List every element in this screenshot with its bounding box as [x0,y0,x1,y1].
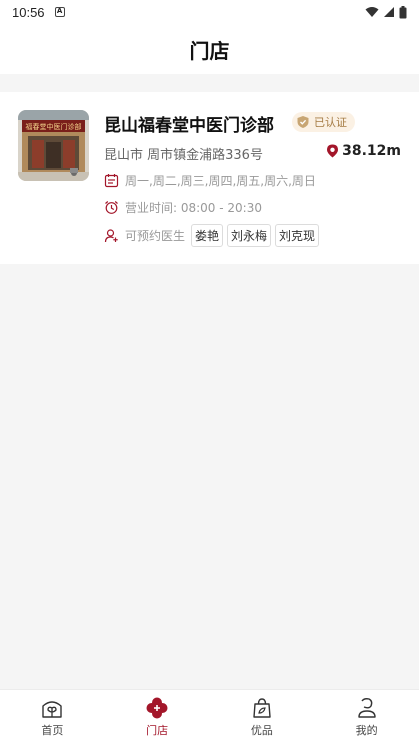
hours-text: 营业时间: 08:00 - 20:30 [125,201,262,215]
tab-home-label: 首页 [41,724,64,737]
app-bar: 门店 [0,24,419,74]
store-card[interactable]: 福春堂中医门诊部 昆山福春堂中医门诊部 已认证 昆山市 周市镇金浦路336号 3… [0,92,419,264]
verified-label: 已认证 [314,116,347,129]
store-distance: 38.12m [326,143,401,159]
store-thumbnail: 福春堂中医门诊部 [18,110,89,181]
store-address: 昆山市 周市镇金浦路336号 [104,148,263,163]
store-name: 昆山福春堂中医门诊部 [104,116,274,136]
doctor-tags: 娄艳 刘永梅 刘克现 [191,224,320,247]
status-bar: 10:56 A [0,0,419,24]
add-user-icon [104,229,118,243]
hours-row: 营业时间: 08:00 - 20:30 [104,199,262,216]
calendar-icon [104,174,119,188]
wifi-icon [365,7,379,17]
doctor-tag[interactable]: 刘克现 [275,224,320,247]
home-leaf-icon [42,701,63,718]
battery-icon [399,5,407,18]
alarm-clock-icon [105,201,118,214]
store-flower-icon [146,697,168,719]
tab-store-label: 门店 [146,724,169,737]
tab-home[interactable]: 首页 [0,690,105,744]
doctors-row: 可预约医生 娄艳 刘永梅 刘克现 [104,224,320,247]
signal-icon [384,7,394,17]
tab-products[interactable]: 优品 [210,690,315,744]
page-title: 门店 [189,38,230,63]
store-signboard: 福春堂中医门诊部 [26,122,82,131]
shopping-bag-icon [253,698,271,718]
status-time: 10:56 [12,4,45,20]
bottom-tab-bar: 首页 门店 优品 我的 [0,689,419,744]
tab-profile[interactable]: 我的 [314,690,419,744]
doctor-tag[interactable]: 刘永梅 [227,224,272,247]
tab-products-label: 优品 [250,724,273,737]
doctor-tag[interactable]: 娄艳 [191,224,224,247]
notification-icon: A [54,7,65,17]
status-icons [365,5,407,19]
verified-badge: 已认证 [292,112,355,132]
shield-check-icon [297,116,309,128]
open-days-text: 周一,周二,周三,周四,周五,周六,周日 [125,174,316,188]
open-days-row: 周一,周二,周三,周四,周五,周六,周日 [104,172,316,189]
location-pin-icon [327,144,339,158]
doctors-label: 可预约医生 [125,229,186,243]
tab-store[interactable]: 门店 [105,690,210,744]
profile-icon [357,698,376,718]
distance-value: 38.12m [342,143,401,159]
tab-profile-label: 我的 [355,724,378,737]
